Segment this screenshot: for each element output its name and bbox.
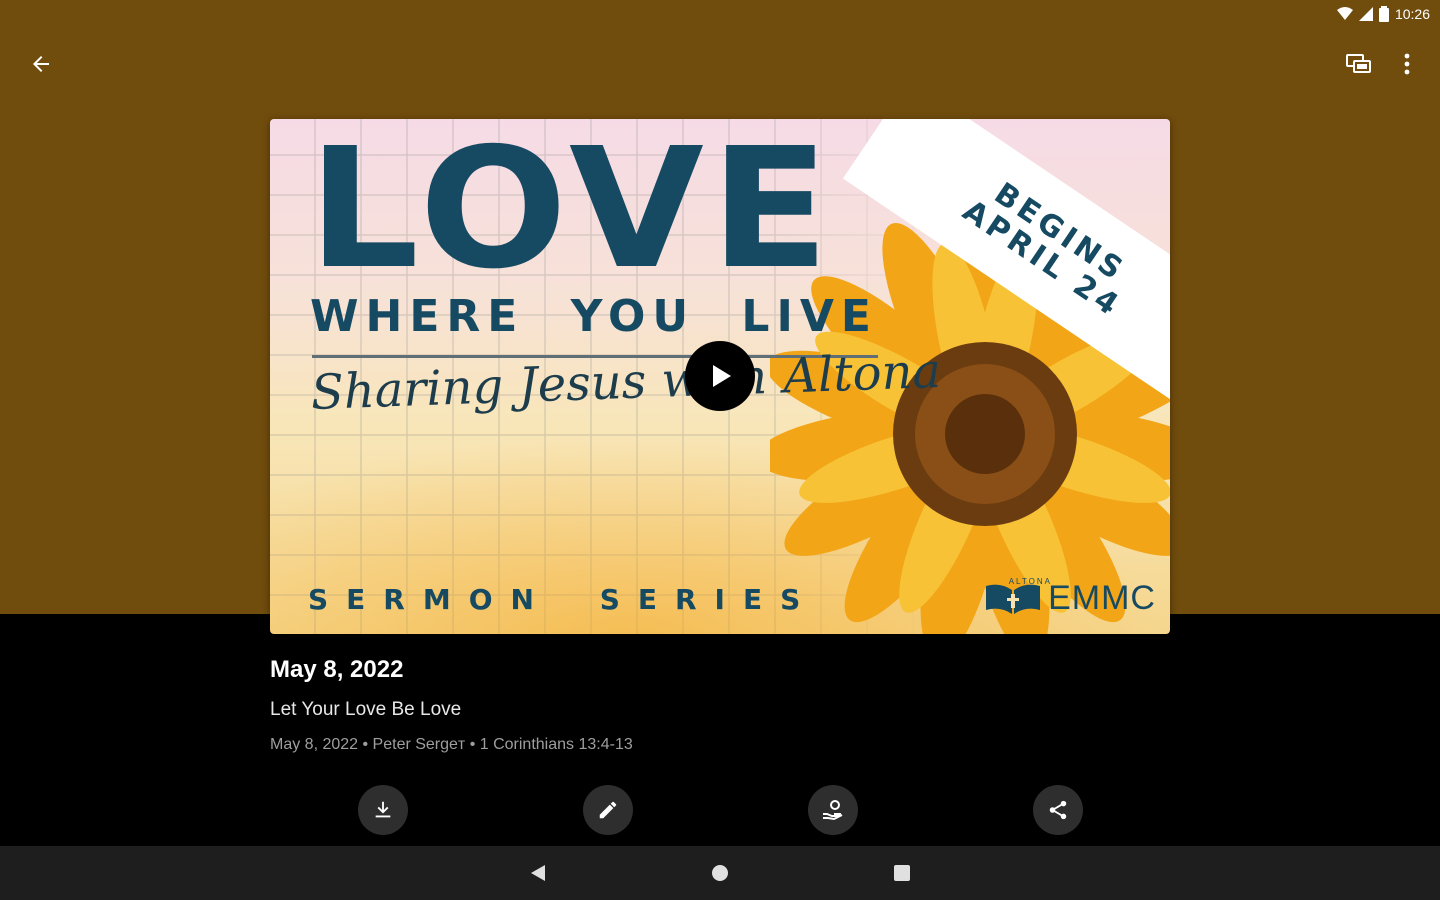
sermon-artwork[interactable]: BEGINS APRIL 24 LOVE WHERE YOU LIVE Shar… [270,119,1170,634]
share-button[interactable] [1033,785,1083,835]
more-vert-icon [1404,53,1410,75]
share-icon [1049,800,1067,820]
bible-icon [986,584,1041,614]
signal-icon [1358,7,1373,21]
battery-icon [1378,6,1389,22]
back-button[interactable] [17,40,65,88]
edit-notes-button[interactable] [583,785,633,835]
more-options-button[interactable] [1383,40,1431,88]
system-navigation-bar [0,846,1440,900]
nav-recents-button[interactable] [886,857,918,889]
nav-home-button[interactable] [704,857,736,889]
triangle-back-icon [531,865,545,881]
sermon-title: May 8, 2022 [270,656,404,683]
sermon-subtitle: Let Your Love Be Love [270,699,462,720]
square-recents-icon [894,865,910,881]
circle-home-icon [712,865,728,881]
download-icon [375,801,391,818]
artwork-subheadline: WHERE YOU LIVE [310,291,878,342]
church-logo: EMMC [984,579,1156,618]
wifi-icon [1336,7,1353,20]
app-bar [0,36,1440,92]
edit-icon [599,801,617,819]
cast-button[interactable] [1335,40,1383,88]
give-icon [823,800,843,821]
cast-icon [1346,54,1371,73]
download-button[interactable] [358,785,408,835]
arrow-back-icon [33,56,49,72]
status-time: 10:26 [1394,6,1430,22]
nav-back-button[interactable] [522,857,554,889]
sermon-meta: May 8, 2022 • Peter Sergeт • 1 Corinthia… [270,736,633,753]
status-bar: 10:26 [1336,0,1440,28]
artwork-headline: LOVE [308,119,836,306]
details-background [0,614,1440,846]
give-button[interactable] [808,785,858,835]
artwork-footer: SERMON SERIES [308,583,819,616]
logo-text: EMMC [1048,579,1156,617]
play-icon [713,365,731,387]
play-button[interactable] [685,341,755,411]
